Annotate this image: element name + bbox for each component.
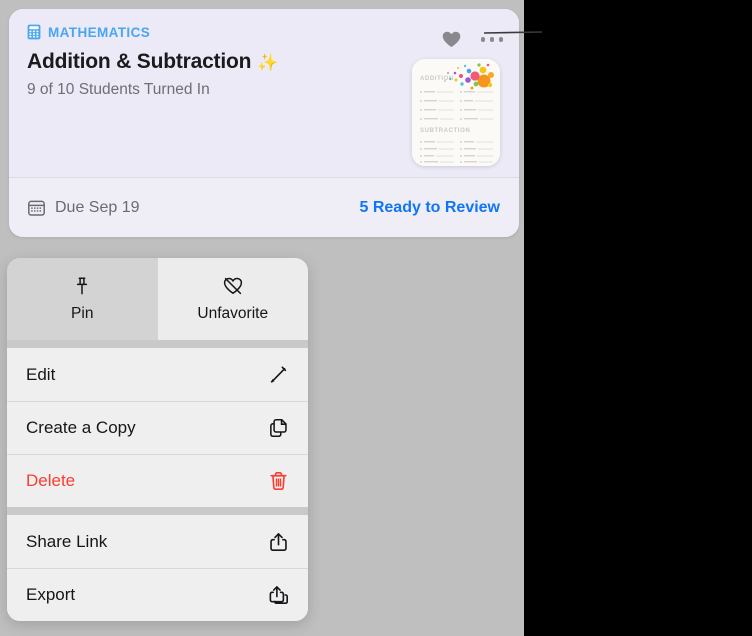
- svg-text:ADDITION: ADDITION: [420, 76, 454, 82]
- heart-slash-icon: [223, 276, 243, 296]
- menu-tile-pin-label: Pin: [71, 304, 94, 322]
- assignment-card-body: MATHEMATICS Addition & Subtraction ✨ 9 o…: [9, 9, 519, 177]
- menu-separator-2: [7, 507, 308, 515]
- due-date-group: Due Sep 19: [28, 199, 140, 217]
- worksheet-thumbnail-graphic: ADDITION SUBTRACTION: [412, 59, 500, 166]
- menu-tile-unfavorite-label: Unfavorite: [197, 304, 269, 322]
- subject-label: MATHEMATICS: [48, 24, 151, 40]
- page-title: Addition & Subtraction: [27, 50, 252, 73]
- pin-icon: [72, 276, 92, 296]
- share-icon: [268, 531, 289, 553]
- callout-line: [484, 31, 543, 34]
- assignment-card-footer: Due Sep 19 5 Ready to Review: [9, 177, 519, 237]
- subject-row: MATHEMATICS: [27, 23, 501, 41]
- menu-item-export[interactable]: Export: [7, 568, 308, 621]
- menu-item-delete-label: Delete: [26, 471, 76, 490]
- context-menu: Pin Unfavorite Edit Create a Copy Delete…: [7, 258, 308, 621]
- menu-item-share-link-label: Share Link: [26, 531, 108, 551]
- svg-text:SUBTRACTION: SUBTRACTION: [420, 128, 470, 134]
- worksheet-thumbnail[interactable]: ADDITION SUBTRACTION: [412, 59, 500, 166]
- calculator-icon: [27, 24, 41, 40]
- calendar-icon: [28, 200, 45, 216]
- menu-item-edit-label: Edit: [26, 364, 56, 384]
- menu-item-edit[interactable]: Edit: [7, 348, 308, 401]
- context-menu-group-2: Share Link Export: [7, 515, 308, 621]
- menu-item-export-label: Export: [26, 585, 76, 604]
- context-menu-group-1: Edit Create a Copy Delete: [7, 348, 308, 507]
- heart-icon[interactable]: [442, 31, 461, 48]
- pencil-icon: [268, 364, 289, 386]
- menu-tile-pin[interactable]: Pin: [7, 258, 158, 340]
- menu-item-create-a-copy[interactable]: Create a Copy: [7, 401, 308, 454]
- menu-item-share-link[interactable]: Share Link: [7, 515, 308, 568]
- menu-item-create-a-copy-label: Create a Copy: [26, 418, 136, 437]
- menu-item-delete[interactable]: Delete: [7, 454, 308, 507]
- due-date-label: Due Sep 19: [55, 198, 140, 216]
- menu-tile-unfavorite[interactable]: Unfavorite: [157, 258, 308, 340]
- menu-separator: [7, 340, 308, 348]
- assignment-card[interactable]: MATHEMATICS Addition & Subtraction ✨ 9 o…: [9, 9, 519, 237]
- export-icon: [268, 584, 289, 606]
- duplicate-icon: [268, 417, 289, 439]
- ready-to-review-link[interactable]: 5 Ready to Review: [360, 199, 501, 217]
- sparkles-icon: ✨: [257, 52, 279, 72]
- context-menu-tiles: Pin Unfavorite: [7, 258, 308, 340]
- trash-icon: [268, 470, 289, 492]
